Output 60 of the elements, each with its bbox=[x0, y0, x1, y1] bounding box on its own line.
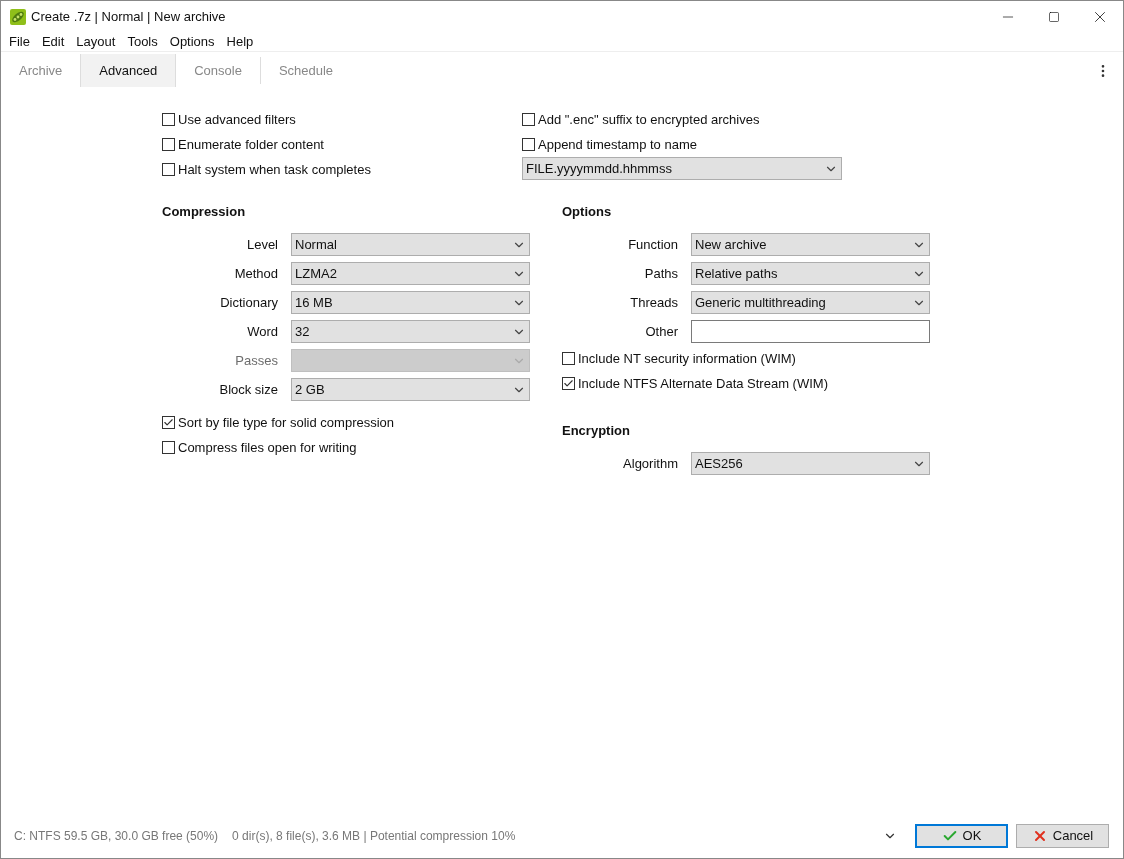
dropdown[interactable]: 2 GB bbox=[291, 378, 530, 401]
section-heading: Compression bbox=[162, 203, 247, 221]
field-label: Block size bbox=[219, 380, 278, 399]
tab[interactable]: Archive bbox=[1, 54, 81, 87]
menu-item[interactable]: Layout bbox=[70, 31, 122, 52]
menu-item[interactable]: Options bbox=[163, 31, 221, 52]
checkbox[interactable] bbox=[162, 163, 175, 176]
checkbox-label: Append timestamp to name bbox=[538, 135, 697, 154]
section-heading: Encryption bbox=[562, 422, 631, 440]
maximize-icon[interactable] bbox=[1048, 10, 1060, 23]
checkbox[interactable] bbox=[562, 377, 575, 390]
menu-item[interactable]: Tools bbox=[121, 31, 164, 52]
text-field[interactable] bbox=[691, 320, 930, 343]
checkbox-label: Add ".enc" suffix to encrypted archives bbox=[538, 110, 760, 129]
dropdown[interactable]: AES256 bbox=[691, 452, 930, 475]
checkbox[interactable] bbox=[162, 113, 175, 126]
field-label: Other bbox=[645, 322, 678, 341]
field-label: Threads bbox=[630, 293, 678, 312]
menu-item[interactable]: File bbox=[3, 31, 36, 52]
field-label: Level bbox=[246, 235, 278, 254]
checkbox-label: Halt system when task completes bbox=[178, 160, 371, 179]
dropdown[interactable]: Normal bbox=[291, 233, 530, 256]
tab[interactable]: Advanced bbox=[80, 54, 177, 87]
field-label: Paths bbox=[644, 264, 678, 283]
checkbox-label: Compress files open for writing bbox=[178, 438, 357, 457]
dropdown[interactable]: 16 MB bbox=[291, 291, 530, 314]
field-label: Word bbox=[247, 322, 278, 341]
dropdown[interactable]: FILE.yyyymmdd.hhmmss bbox=[522, 157, 842, 180]
field-label: Function bbox=[628, 235, 678, 254]
checkbox[interactable] bbox=[162, 416, 175, 429]
checkbox[interactable] bbox=[162, 138, 175, 151]
dropdown[interactable]: Generic multithreading bbox=[691, 291, 930, 314]
menu-item[interactable]: Help bbox=[220, 31, 260, 52]
checkbox[interactable] bbox=[522, 113, 535, 126]
section-heading: Options bbox=[562, 203, 613, 221]
dropdown[interactable]: LZMA2 bbox=[291, 262, 530, 285]
dropdown[interactable]: New archive bbox=[691, 233, 930, 256]
checkbox[interactable] bbox=[162, 441, 175, 454]
checkbox-label: Enumerate folder content bbox=[178, 135, 324, 154]
pea-pod-icon bbox=[10, 8, 26, 25]
cancel-button[interactable]: Cancel bbox=[1016, 824, 1109, 848]
tab[interactable]: Console bbox=[176, 54, 260, 87]
checkbox-label: Include NTFS Alternate Data Stream (WIM) bbox=[578, 374, 828, 393]
dropdown[interactable]: 32 bbox=[291, 320, 530, 343]
checkbox[interactable] bbox=[522, 138, 535, 151]
menu-item[interactable]: Edit bbox=[35, 31, 71, 52]
selection-summary: 0 dir(s), 8 file(s), 3.6 MB | Potential compression 10% bbox=[232, 828, 516, 845]
checkbox-label: Sort by file type for solid compression bbox=[178, 413, 395, 432]
field-label: Algorithm bbox=[623, 454, 678, 473]
ok-button[interactable]: OK bbox=[915, 824, 1008, 848]
drive-info: C: NTFS 59.5 GB, 30.0 GB free (50%) bbox=[14, 828, 219, 845]
checkbox-label: Include NT security information (WIM) bbox=[578, 349, 796, 368]
dropdown[interactable]: Relative paths bbox=[691, 262, 930, 285]
tab[interactable]: Schedule bbox=[260, 54, 352, 87]
field-label: Passes bbox=[235, 351, 278, 370]
field-label: Method bbox=[234, 264, 278, 283]
field-label: Dictionary bbox=[220, 293, 278, 312]
window-title: Create .7z | Normal | New archive bbox=[31, 7, 226, 26]
checkbox-label: Use advanced filters bbox=[178, 110, 296, 129]
checkbox[interactable] bbox=[562, 352, 575, 365]
